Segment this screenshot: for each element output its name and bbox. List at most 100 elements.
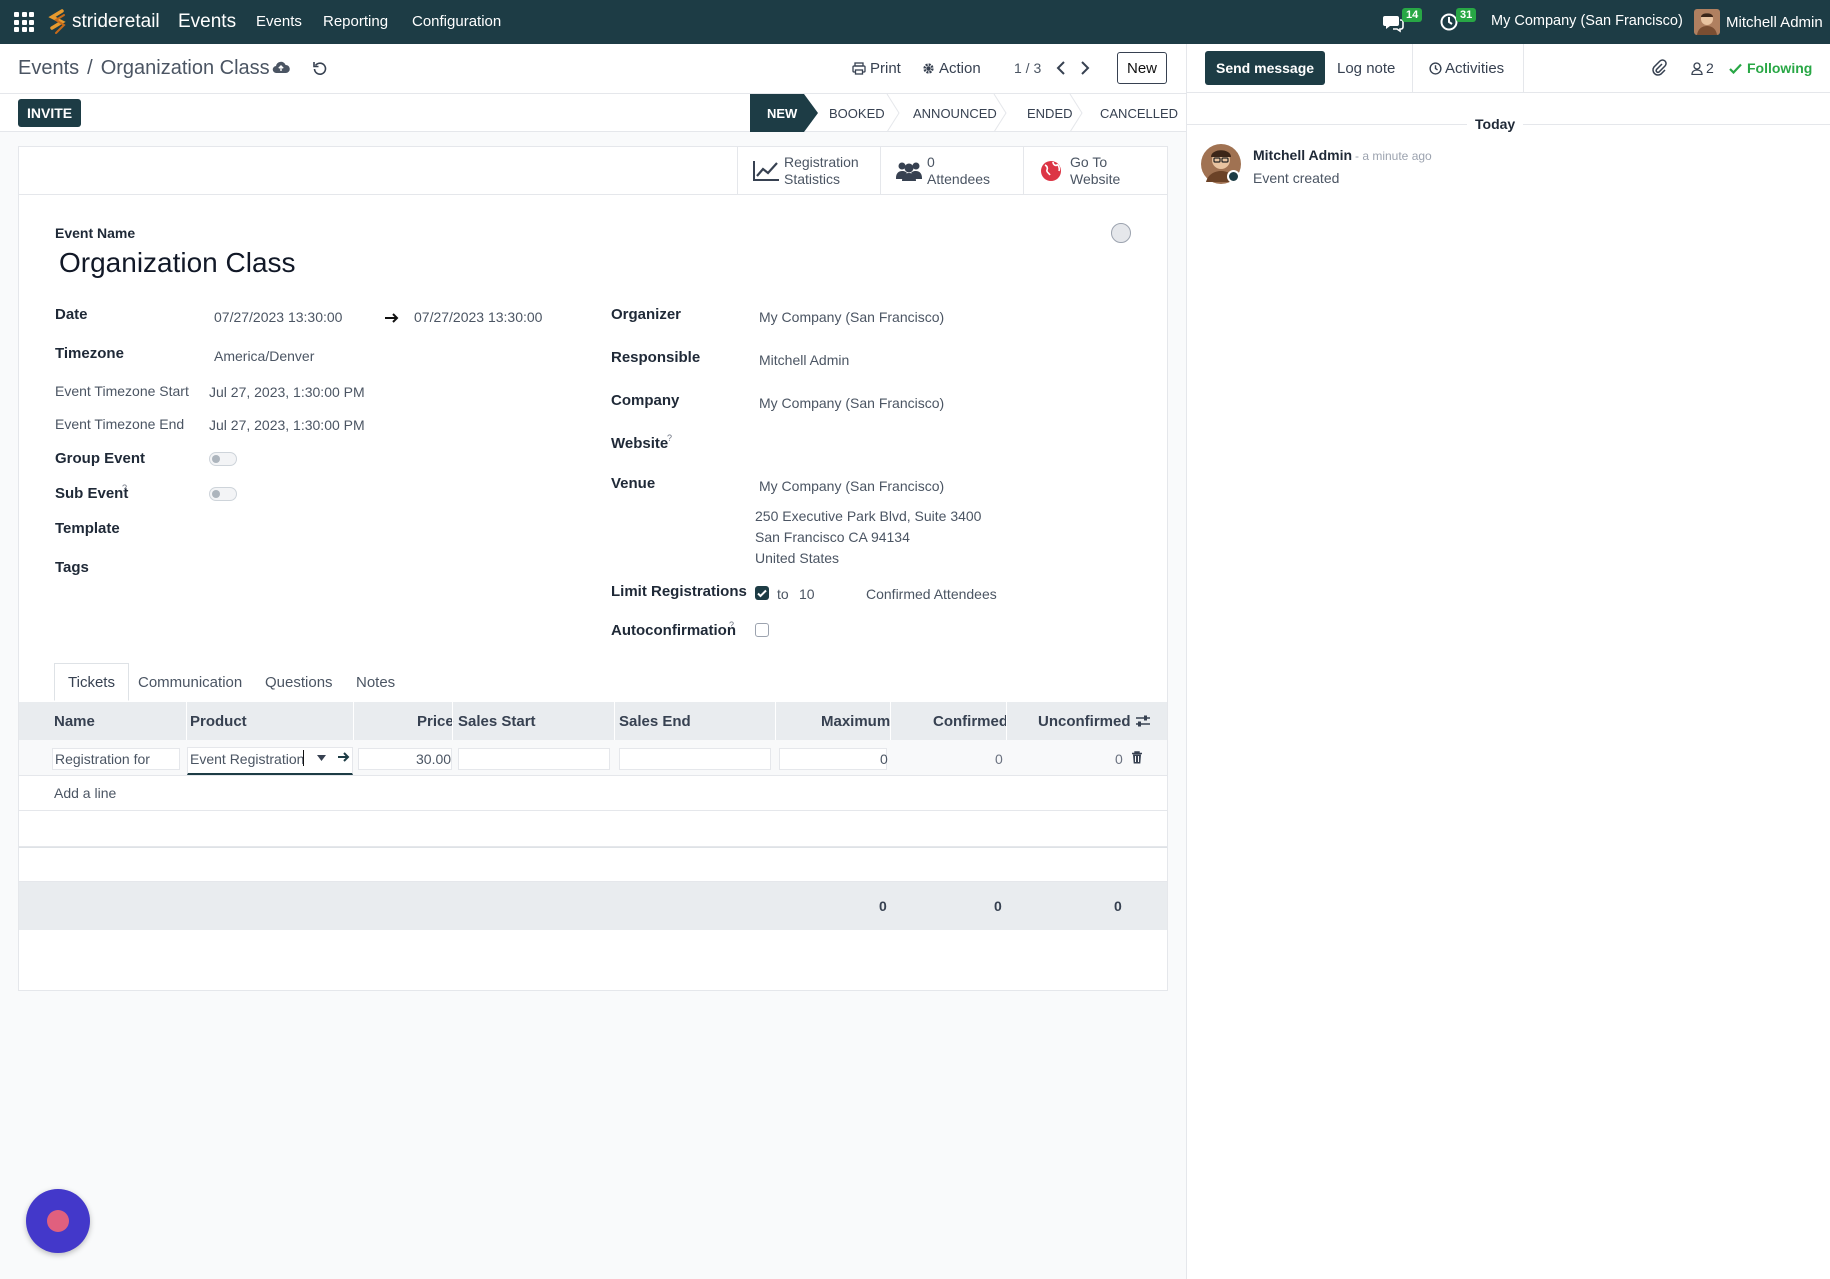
limit-registrations-checkbox[interactable] bbox=[755, 586, 769, 600]
col-divider bbox=[614, 702, 615, 740]
followers-count: 2 bbox=[1706, 60, 1714, 76]
sub-event-toggle[interactable] bbox=[209, 487, 237, 501]
pager-value[interactable]: 1 / 3 bbox=[1014, 60, 1041, 76]
message-author[interactable]: Mitchell Admin bbox=[1253, 147, 1352, 163]
brand-logo[interactable]: strideretail bbox=[48, 8, 160, 36]
assistant-bubble-button[interactable] bbox=[26, 1189, 90, 1253]
tags-field[interactable] bbox=[209, 557, 539, 579]
organizer-field[interactable]: My Company (San Francisco) bbox=[759, 309, 944, 325]
ticket-sales-start-input[interactable] bbox=[458, 748, 610, 770]
stage-booked[interactable]: BOOKED bbox=[818, 94, 900, 132]
autoconfirmation-label: Autoconfirmation bbox=[611, 622, 736, 639]
activities-button[interactable]: 31 bbox=[1440, 8, 1477, 33]
breadcrumb-events[interactable]: Events bbox=[18, 57, 79, 80]
sub-event-help-icon[interactable]: ? bbox=[122, 483, 127, 493]
following-button[interactable]: Following bbox=[1729, 60, 1812, 76]
paperclip-icon[interactable] bbox=[1651, 59, 1667, 77]
send-message-button[interactable]: Send message bbox=[1205, 51, 1326, 85]
stage-new[interactable]: NEW bbox=[750, 94, 818, 132]
log-note-button[interactable]: Log note bbox=[1337, 60, 1395, 77]
date-separator: Today bbox=[1467, 116, 1524, 132]
website-help-icon[interactable]: ? bbox=[667, 433, 672, 443]
save-cloud-icon[interactable] bbox=[272, 60, 290, 74]
venue-street: 250 Executive Park Blvd, Suite 3400 bbox=[755, 508, 982, 524]
kanban-state-indicator[interactable] bbox=[1111, 223, 1131, 243]
current-app-name[interactable]: Events bbox=[178, 11, 236, 33]
activities-label: Activities bbox=[1445, 60, 1505, 77]
ticket-maximum-input[interactable] bbox=[779, 748, 887, 770]
user-menu[interactable]: Mitchell Admin bbox=[1694, 9, 1823, 35]
user-avatar bbox=[1694, 9, 1720, 35]
tab-tickets[interactable]: Tickets bbox=[54, 663, 129, 701]
caret-down-icon[interactable] bbox=[317, 755, 326, 761]
col-sales-start[interactable]: Sales Start bbox=[458, 702, 536, 740]
chatter-divider bbox=[1523, 44, 1524, 92]
tab-communication[interactable]: Communication bbox=[125, 663, 255, 701]
col-unconfirmed[interactable]: Unconfirmed bbox=[1038, 702, 1131, 740]
responsible-field[interactable]: Mitchell Admin bbox=[759, 352, 849, 368]
stage-ended[interactable]: ENDED bbox=[1003, 94, 1083, 132]
col-divider bbox=[353, 702, 354, 740]
app-grid-icon[interactable] bbox=[14, 12, 34, 32]
chevron-right-icon[interactable] bbox=[1080, 61, 1090, 75]
website-label-line2: Website bbox=[1070, 171, 1121, 187]
attendees-button[interactable]: 0 Attendees bbox=[880, 147, 1023, 195]
autoconfirmation-help-icon[interactable]: ? bbox=[729, 620, 734, 630]
action-label: Action bbox=[939, 60, 981, 77]
tab-notes[interactable]: Notes bbox=[343, 663, 408, 701]
discard-undo-icon[interactable] bbox=[312, 60, 328, 76]
col-confirmed[interactable]: Confirmed bbox=[933, 702, 1008, 740]
col-divider bbox=[186, 702, 187, 740]
optional-columns-icon[interactable] bbox=[1135, 714, 1151, 728]
new-record-button[interactable]: New bbox=[1117, 52, 1167, 84]
breadcrumb-separator: / bbox=[87, 57, 93, 79]
menu-configuration[interactable]: Configuration bbox=[412, 13, 501, 30]
event-name-field[interactable]: Organization Class bbox=[59, 247, 296, 279]
action-button[interactable]: Action bbox=[922, 60, 981, 77]
date-end-field[interactable]: 07/27/2023 13:30:00 bbox=[414, 309, 542, 325]
followers-button[interactable]: 2 bbox=[1691, 60, 1714, 76]
group-event-toggle[interactable] bbox=[209, 452, 237, 466]
timezone-field[interactable]: America/Denver bbox=[214, 348, 314, 364]
date-start-field[interactable]: 07/27/2023 13:30:00 bbox=[214, 309, 342, 325]
activities-tab-button[interactable]: Activities bbox=[1429, 60, 1504, 77]
stage-cancelled[interactable]: CANCELLED bbox=[1079, 94, 1186, 132]
autoconfirmation-checkbox[interactable] bbox=[755, 623, 769, 637]
col-price[interactable]: Price bbox=[417, 702, 454, 740]
go-to-website-button[interactable]: Go To Website bbox=[1023, 147, 1167, 195]
col-product[interactable]: Product bbox=[190, 702, 247, 740]
invite-button[interactable]: INVITE bbox=[18, 99, 82, 127]
stage-announced[interactable]: ANNOUNCED bbox=[896, 94, 1007, 132]
smart-button-bar: Registration Statistics 0 Attendees Go To W… bbox=[19, 147, 1167, 195]
clock-icon bbox=[1429, 62, 1442, 75]
trash-icon[interactable] bbox=[1131, 751, 1143, 764]
sub-event-label: Sub Event bbox=[55, 485, 129, 502]
group-event-label: Group Event bbox=[55, 450, 146, 467]
website-field[interactable] bbox=[759, 433, 1139, 455]
table-row[interactable]: Registration for Event Registration 30.0… bbox=[19, 740, 1167, 776]
col-name[interactable]: Name bbox=[54, 702, 95, 740]
tab-questions[interactable]: Questions bbox=[252, 663, 346, 701]
company-field[interactable]: My Company (San Francisco) bbox=[759, 395, 944, 411]
registration-statistics-button[interactable]: Registration Statistics bbox=[737, 147, 880, 195]
limit-value-field[interactable]: 10 bbox=[799, 586, 815, 602]
ticket-sales-end-input[interactable] bbox=[619, 748, 771, 770]
print-button[interactable]: Print bbox=[852, 60, 901, 77]
add-line-link[interactable]: Add a line bbox=[54, 785, 116, 801]
company-switcher[interactable]: My Company (San Francisco) bbox=[1491, 13, 1683, 29]
col-divider bbox=[775, 702, 776, 740]
tab-communication-label: Communication bbox=[138, 673, 243, 691]
venue-field[interactable]: My Company (San Francisco) bbox=[759, 478, 944, 494]
menu-reporting[interactable]: Reporting bbox=[323, 13, 388, 30]
stride-logo-icon bbox=[48, 9, 66, 34]
ticket-name-value: Registration for bbox=[55, 751, 150, 767]
internal-link-arrow-icon[interactable] bbox=[337, 751, 351, 763]
chevron-left-icon[interactable] bbox=[1056, 61, 1066, 75]
col-maximum[interactable]: Maximum bbox=[821, 702, 890, 740]
col-sales-end[interactable]: Sales End bbox=[619, 702, 691, 740]
message-avatar[interactable] bbox=[1201, 144, 1241, 184]
template-field[interactable] bbox=[209, 519, 539, 541]
menu-events[interactable]: Events bbox=[256, 13, 302, 30]
brand-name: strideretail bbox=[72, 11, 160, 32]
messages-button[interactable]: 14 bbox=[1382, 8, 1423, 33]
